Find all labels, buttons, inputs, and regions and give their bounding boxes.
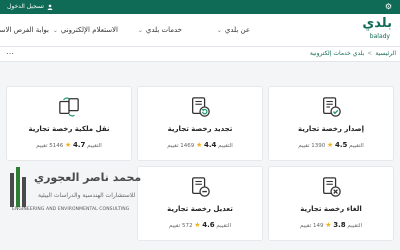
- nav-services-label: خدمات بلدي: [145, 26, 182, 34]
- watermark-logo: محمد ناصر العجوري للاستشارات الهندسية وا…: [8, 163, 141, 233]
- rating-count-suffix: تقييم: [36, 143, 48, 149]
- nav-services[interactable]: خدمات بلدي ⌄: [138, 26, 182, 34]
- rating-label: التقييم: [218, 143, 233, 149]
- rating-count-suffix: تقييم: [168, 223, 181, 229]
- star-icon: ★: [64, 141, 72, 149]
- balady-logo[interactable]: بلدي balady: [356, 16, 392, 42]
- rating-count: 149: [312, 223, 324, 229]
- rating-score: 3.8: [333, 221, 346, 229]
- rating-count-suffix: تقييم: [299, 223, 312, 229]
- star-icon: ★: [326, 141, 334, 149]
- rating-score: 4.4: [204, 141, 217, 149]
- transfer-ownership-icon: [59, 97, 79, 117]
- rating-label: التقييم: [216, 223, 232, 229]
- login-link[interactable]: تسجيل الدخول: [7, 3, 53, 10]
- rating-count: 1390: [311, 143, 326, 149]
- service-card-edit[interactable]: تعديل رخصة تجارية التقييم 4.6 ★ 572 تقيي…: [137, 166, 263, 241]
- license-renew-icon: [192, 97, 210, 117]
- rating-count: 5146: [49, 143, 64, 149]
- breadcrumb-home[interactable]: الرئيسية: [375, 50, 396, 57]
- logo-arabic: بلدي: [362, 16, 392, 31]
- card-rating: التقييم 4.6 ★ 572 تقييم: [138, 221, 262, 229]
- service-card-cancel[interactable]: الغاء رخصة تجارية التقييم 3.8 ★ 149 تقيي…: [268, 166, 394, 241]
- star-icon: ★: [194, 221, 201, 229]
- nav-investment[interactable]: بوابة الفرص الاستثمارية: [0, 26, 49, 34]
- nav-investment-label: بوابة الفرص الاستثمارية: [0, 26, 49, 34]
- watermark-line2: للاستشارات الهندسية والدراسات البيئية: [38, 192, 136, 199]
- star-icon: ★: [195, 141, 203, 149]
- card-rating: التقييم 3.8 ★ 149 تقييم: [269, 221, 393, 229]
- card-rating: التقييم 4.7 ★ 5146 تقييم: [7, 141, 131, 149]
- menu-icon[interactable]: ⋯: [6, 49, 14, 58]
- logo-english: balady: [369, 33, 390, 40]
- nav-inquiry[interactable]: الاستعلام الإلكتروني ⌄: [53, 26, 118, 34]
- rating-label: التقييم: [349, 143, 364, 149]
- nav-inquiry-label: الاستعلام الإلكتروني: [60, 26, 118, 34]
- rating-count: 572: [181, 223, 193, 229]
- card-rating: التقييم 4.4 ★ 1469 تقييم: [138, 141, 262, 149]
- card-title: إصدار رخصة تجارية: [298, 125, 364, 133]
- card-title: تعديل رخصة تجارية: [167, 205, 233, 213]
- license-cancel-icon: [323, 177, 341, 197]
- chevron-down-icon: ⌄: [52, 26, 58, 34]
- nav-about-label: عن بلدي: [224, 26, 250, 34]
- card-title: تجديد رخصة تجارية: [167, 125, 233, 133]
- card-rating: التقييم 4.5 ★ 1390 تقييم: [269, 141, 393, 149]
- watermark-line1: محمد ناصر العجوري: [34, 171, 142, 184]
- gear-icon[interactable]: ⚙: [385, 2, 392, 11]
- rating-count-suffix: تقييم: [298, 143, 310, 149]
- card-title: الغاء رخصة تجارية: [300, 205, 362, 213]
- user-icon: [47, 4, 53, 10]
- service-card-issue[interactable]: إصدار رخصة تجارية التقييم 4.5 ★ 1390 تقي…: [268, 86, 394, 161]
- service-card-transfer[interactable]: نقل ملكية رخصة تجارية التقييم 4.7 ★ 5146…: [6, 86, 132, 161]
- rating-score: 4.6: [202, 221, 215, 229]
- watermark-line3: ENGINEERING AND ENVIRONMENTAL CONSULTING: [12, 207, 130, 212]
- rating-label: التقييم: [87, 143, 102, 149]
- login-label: تسجيل الدخول: [7, 3, 44, 10]
- license-edit-icon: [192, 177, 210, 197]
- breadcrumb: الرئيسية>بلدي خدمات إلكترونية ⋯: [0, 47, 400, 62]
- rating-count: 1469: [180, 143, 195, 149]
- breadcrumb-separator: >: [367, 50, 373, 57]
- nav-about[interactable]: عن بلدي ⌄: [217, 26, 250, 34]
- star-icon: ★: [325, 221, 332, 229]
- building-logo-icon: [10, 167, 26, 207]
- service-card-renew[interactable]: تجديد رخصة تجارية التقييم 4.4 ★ 1469 تقي…: [137, 86, 263, 161]
- top-bar: تسجيل الدخول ⚙: [0, 0, 400, 14]
- rating-score: 4.5: [335, 141, 348, 149]
- license-check-icon: [323, 97, 341, 117]
- rating-count-suffix: تقييم: [167, 143, 179, 149]
- main-navigation: بلدي balady عن بلدي ⌄ خدمات بلدي ⌄ الاست…: [0, 14, 400, 47]
- rating-label: التقييم: [347, 223, 363, 229]
- breadcrumb-current: بلدي خدمات إلكترونية: [309, 50, 365, 57]
- rating-score: 4.7: [73, 141, 86, 149]
- chevron-down-icon: ⌄: [137, 26, 143, 34]
- chevron-down-icon: ⌄: [216, 26, 222, 34]
- card-title: نقل ملكية رخصة تجارية: [28, 125, 110, 133]
